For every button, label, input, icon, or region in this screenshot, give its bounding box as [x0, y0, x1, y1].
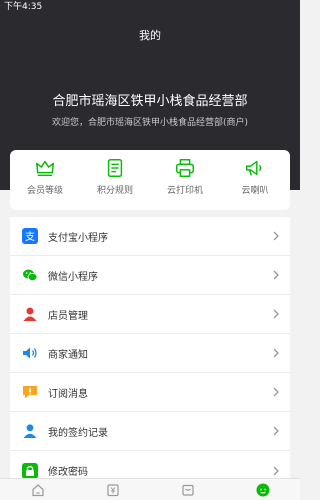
- welcome-text: 欢迎您，合肥市瑶海区铁甲小栈食品经营部(商户): [51, 118, 249, 128]
- menu-item-alipay-miniprogram[interactable]: 支 支付宝小程序: [10, 217, 290, 256]
- wechat-icon: [23, 269, 38, 281]
- status-bar-time: 下午4:35: [4, 2, 43, 12]
- menu-item-label: 店员管理: [48, 310, 88, 322]
- menu-item-label: 订阅消息: [48, 388, 88, 400]
- printer-icon: [176, 159, 194, 177]
- menu-item-label: 修改密码: [48, 467, 88, 478]
- profile-icon: [256, 483, 269, 496]
- bottom-tab-bar: [0, 478, 300, 500]
- menu-item-label: 微信小程序: [48, 271, 98, 283]
- quick-action-label: 会员等级: [26, 186, 63, 196]
- quick-action-cloud-printer[interactable]: 云打印机: [154, 157, 216, 197]
- quick-action-label: 云喇叭: [241, 186, 269, 196]
- page-title: 我的: [139, 29, 161, 42]
- tab-inbox[interactable]: [158, 480, 218, 500]
- menu-item-contract-records[interactable]: 我的签约记录: [10, 412, 290, 451]
- menu-item-wechat-miniprogram[interactable]: 微信小程序: [10, 256, 290, 295]
- staff-icon: [23, 307, 37, 321]
- chevron-right-icon: [273, 466, 279, 475]
- user-record-icon: [23, 424, 37, 438]
- menu-item-subscription-messages[interactable]: 订阅消息: [10, 373, 290, 412]
- inbox-icon: [181, 484, 194, 496]
- quick-action-cloud-speaker[interactable]: 云喇叭: [224, 157, 286, 197]
- store-name: 合肥市瑶海区铁甲小栈食品经营部: [52, 94, 248, 109]
- chevron-right-icon: [273, 426, 279, 436]
- menu-item-merchant-notice[interactable]: 商家通知: [10, 334, 290, 373]
- menu-item-label: 商家通知: [48, 349, 88, 361]
- wallet-icon: [106, 483, 119, 496]
- chevron-right-icon: [273, 309, 279, 319]
- message-icon: [23, 386, 37, 399]
- chevron-right-icon: [273, 348, 279, 358]
- tab-home[interactable]: [8, 480, 68, 500]
- settings-menu: 支 支付宝小程序 微信小程序 店员管理 商家通知 订阅消息 我的签约记录 修改密…: [10, 217, 290, 490]
- quick-action-points-rules[interactable]: 积分规则: [84, 157, 146, 197]
- chevron-right-icon: [273, 387, 279, 397]
- menu-item-label: 我的签约记录: [48, 427, 108, 439]
- alipay-icon: 支: [22, 228, 38, 244]
- svg-text:支: 支: [25, 231, 35, 243]
- chevron-right-icon: [273, 231, 279, 241]
- home-icon: [31, 483, 44, 496]
- document-icon: [107, 159, 123, 177]
- crown-icon: [36, 160, 54, 177]
- tab-profile[interactable]: [233, 480, 293, 500]
- lock-icon: [22, 462, 38, 479]
- quick-action-label: 云打印机: [166, 186, 203, 196]
- chevron-right-icon: [273, 270, 279, 280]
- quick-action-label: 积分规则: [96, 186, 133, 196]
- tab-wallet[interactable]: [83, 480, 143, 500]
- menu-item-label: 支付宝小程序: [48, 232, 108, 244]
- menu-item-staff-management[interactable]: 店员管理: [10, 295, 290, 334]
- quick-action-member-level[interactable]: 会员等级: [14, 157, 76, 197]
- quick-actions-card: 会员等级 积分规则 云打印机 云喇叭: [10, 150, 290, 210]
- megaphone-icon: [246, 160, 262, 176]
- speaker-icon: [23, 347, 37, 359]
